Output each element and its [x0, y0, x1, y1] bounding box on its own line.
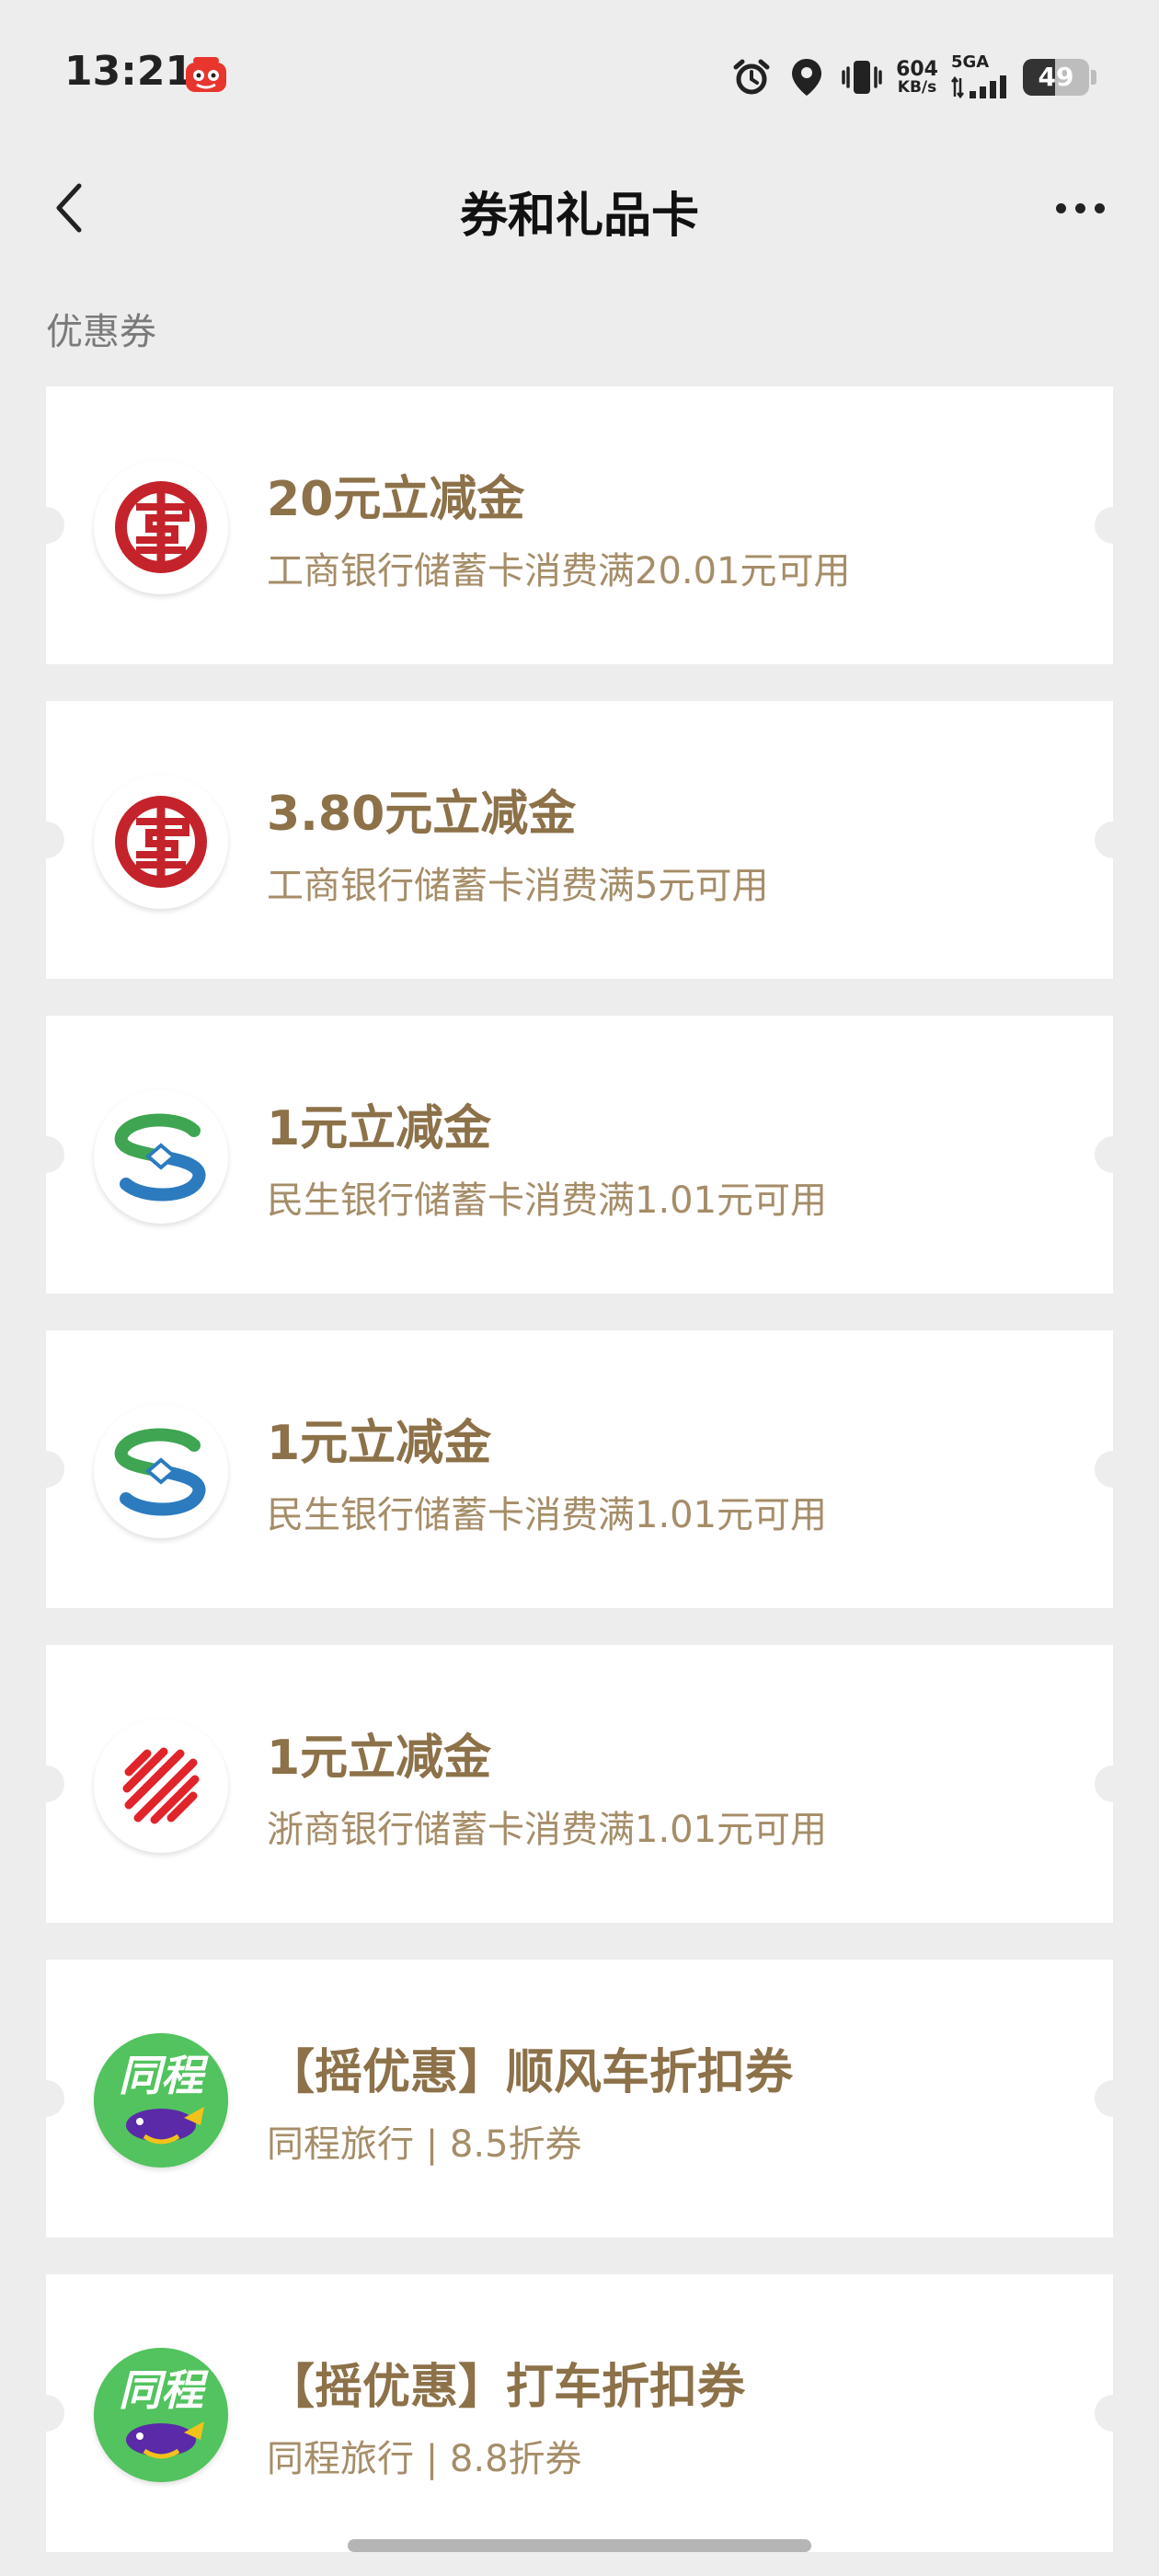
cellular-signal: 5GA: [951, 54, 1010, 100]
more-dot-icon: [1094, 202, 1105, 213]
status-time: 13:21: [64, 48, 194, 95]
more-options-button[interactable]: [1034, 171, 1126, 245]
coupon-card[interactable]: 20元立减金 工商银行储蓄卡消费满20.01元可用: [28, 386, 1131, 664]
battery-cap: [1091, 70, 1096, 85]
battery-level: 49: [1038, 62, 1074, 92]
coupon-description: 民生银行储蓄卡消费满1.01元可用: [267, 1179, 828, 1222]
page-title: 券和礼品卡: [459, 189, 699, 244]
tongcheng-logo-text: 同程: [119, 2365, 209, 2415]
coupon-card[interactable]: 同程 【摇优惠】顺风车折扣券 同程旅行 | 8.5折券: [28, 1960, 1131, 2237]
cmbc-logo-icon: [94, 1089, 228, 1224]
coupon-description: 工商银行储蓄卡消费满5元可用: [267, 865, 769, 907]
network-speed-unit: KB/s: [897, 77, 937, 97]
status-icons: 604 KB/s 5GA 49: [730, 52, 1096, 103]
coupon-card[interactable]: 3.80元立减金 工商银行储蓄卡消费满5元可用: [28, 701, 1131, 979]
section-label: 优惠券: [46, 311, 156, 353]
coupon-title: 1元立减金: [267, 1416, 492, 1471]
czbank-logo-icon: [94, 1719, 228, 1853]
icbc-logo-icon: [94, 460, 228, 594]
location-icon: [786, 56, 828, 98]
network-speed-value: 604: [896, 57, 938, 81]
signal-bars-icon: [951, 75, 1006, 99]
coupon-card[interactable]: 同程 【摇优惠】打车折扣券 同程旅行 | 8.8折券: [28, 2274, 1131, 2552]
icbc-logo-icon: [94, 775, 228, 909]
coupon-description: 工商银行储蓄卡消费满20.01元可用: [267, 550, 851, 592]
alarm-icon: [730, 56, 773, 98]
tongcheng-logo-icon: 同程: [94, 2348, 228, 2482]
more-dot-icon: [1055, 202, 1066, 213]
tongcheng-logo-icon: 同程: [94, 2033, 228, 2168]
home-indicator[interactable]: [348, 2539, 811, 2552]
app-notification-icon: [184, 55, 228, 96]
coupon-title: 【摇优惠】顺风车折扣券: [267, 2045, 794, 2100]
coupon-title: 3.80元立减金: [267, 787, 577, 842]
coupon-description: 同程旅行 | 8.8折券: [267, 2438, 582, 2480]
coupon-list: 20元立减金 工商银行储蓄卡消费满20.01元可用 3.80元立减金 工商银行储…: [28, 386, 1131, 2576]
battery-indicator: 49: [1023, 59, 1089, 96]
coupon-title: 【摇优惠】打车折扣券: [267, 2360, 746, 2415]
coupon-title: 1元立减金: [267, 1101, 492, 1156]
coupon-card[interactable]: 1元立减金 民生银行储蓄卡消费满1.01元可用: [28, 1016, 1131, 1294]
more-dot-icon: [1074, 202, 1085, 213]
tongcheng-logo-text: 同程: [119, 2051, 209, 2100]
coupon-card[interactable]: 1元立减金 浙商银行储蓄卡消费满1.01元可用: [28, 1645, 1131, 1923]
coupon-title: 1元立减金: [267, 1731, 492, 1786]
status-bar: 13:21 604 KB/s 5GA 49: [0, 0, 1159, 156]
vibrate-icon: [841, 56, 883, 98]
coupon-description: 同程旅行 | 8.5折券: [267, 2123, 582, 2166]
coupon-description: 浙商银行储蓄卡消费满1.01元可用: [267, 1809, 828, 1851]
coupon-description: 民生银行储蓄卡消费满1.01元可用: [267, 1494, 828, 1536]
cmbc-logo-icon: [94, 1404, 228, 1538]
coupon-card[interactable]: 1元立减金 民生银行储蓄卡消费满1.01元可用: [28, 1330, 1131, 1608]
navigation-bar: 券和礼品卡: [0, 156, 1159, 258]
signal-label: 5GA: [951, 52, 990, 72]
network-speed: 604 KB/s: [896, 57, 938, 97]
coupon-title: 20元立减金: [267, 472, 525, 527]
